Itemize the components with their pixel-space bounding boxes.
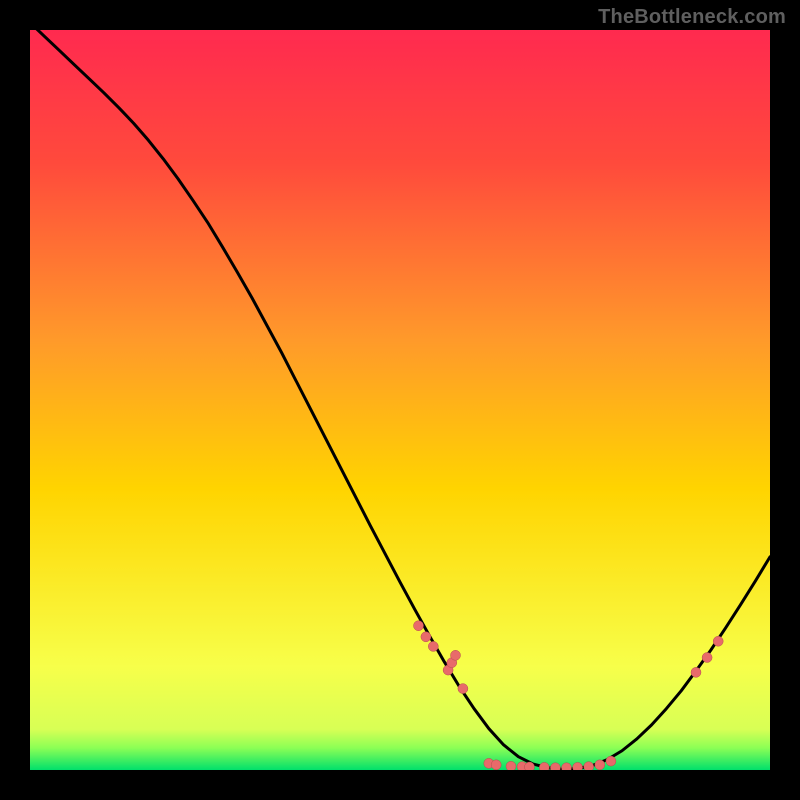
data-point (451, 650, 461, 660)
data-point (525, 762, 535, 770)
data-point (428, 641, 438, 651)
data-point (539, 762, 549, 770)
data-point (702, 653, 712, 663)
data-point (414, 621, 424, 631)
data-point (573, 762, 583, 770)
data-point (491, 760, 501, 770)
chart-svg (30, 30, 770, 770)
data-point (584, 762, 594, 770)
watermark-text: TheBottleneck.com (598, 6, 786, 29)
gradient-background (30, 30, 770, 770)
data-point (713, 636, 723, 646)
data-point (691, 667, 701, 677)
data-point (506, 761, 516, 770)
chart-frame: TheBottleneck.com (0, 0, 800, 800)
data-point (595, 760, 605, 770)
data-point (606, 756, 616, 766)
data-point (458, 684, 468, 694)
plot-area (30, 30, 770, 770)
data-point (421, 632, 431, 642)
